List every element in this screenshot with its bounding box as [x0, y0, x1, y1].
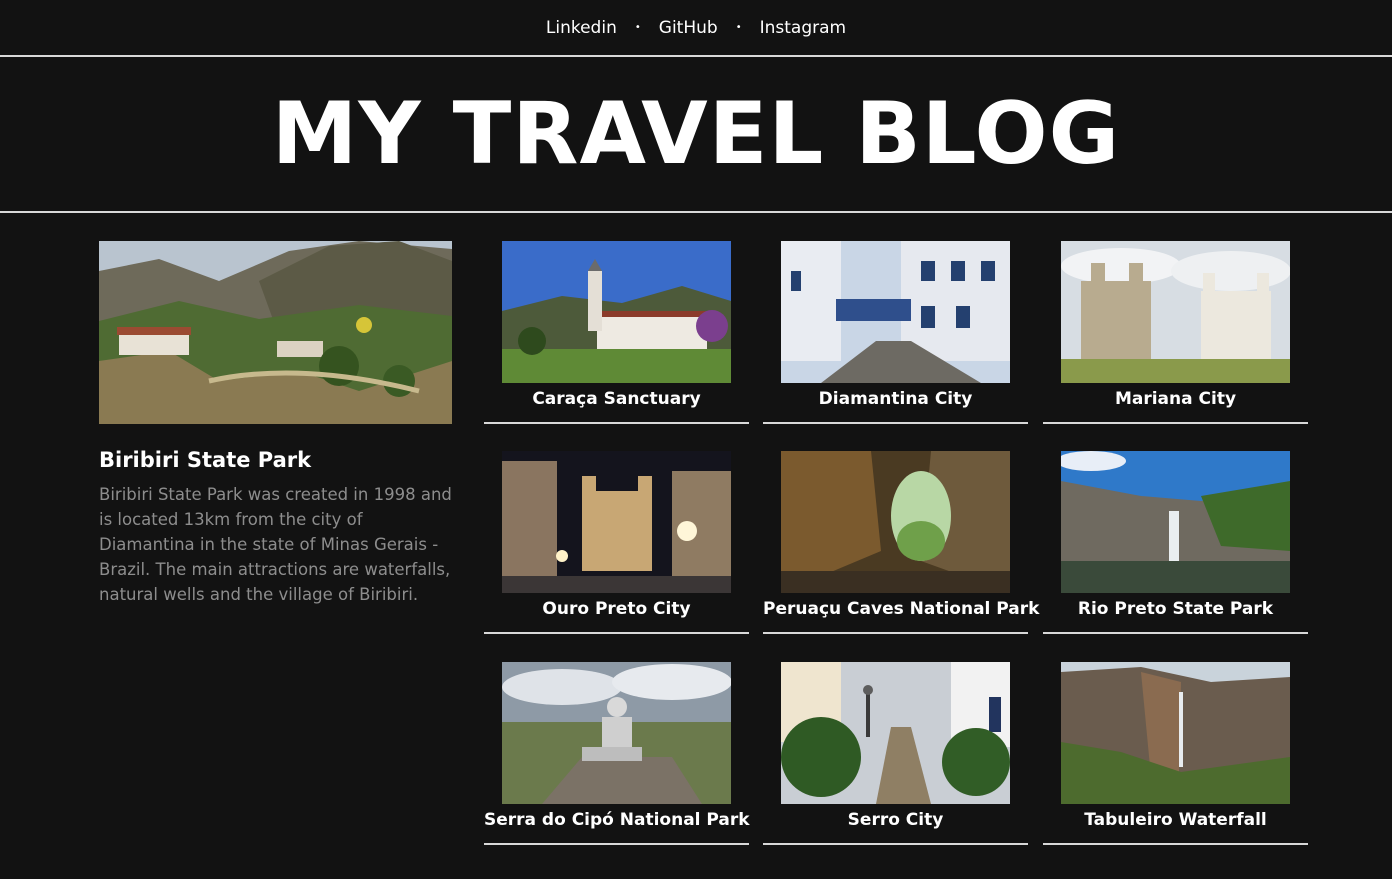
card-photo[interactable]: [781, 451, 1010, 593]
card-photo[interactable]: [502, 662, 731, 804]
card-mariana-city[interactable]: Mariana City: [1043, 241, 1308, 424]
card-title[interactable]: Serro City: [763, 810, 1028, 830]
card-title[interactable]: Tabuleiro Waterfall: [1043, 810, 1308, 830]
card-photo[interactable]: [781, 241, 1010, 383]
card-divider: [1043, 843, 1308, 845]
card-divider: [763, 843, 1028, 845]
card-title[interactable]: Diamantina City: [763, 389, 1028, 409]
card-serra-do-cipo[interactable]: Serra do Cipó National Park: [484, 662, 750, 845]
featured-photo[interactable]: [99, 241, 452, 424]
card-title[interactable]: Peruaçu Caves National Park: [763, 599, 1039, 619]
card-divider: [484, 843, 749, 845]
card-divider: [1043, 422, 1308, 424]
main-content: Biribiri State Park Biribiri State Park …: [0, 213, 1392, 879]
card-serro-city[interactable]: Serro City: [763, 662, 1028, 845]
card-divider: [763, 632, 1028, 634]
card-divider: [1043, 632, 1308, 634]
instagram-link[interactable]: Instagram: [760, 18, 847, 38]
card-title[interactable]: Rio Preto State Park: [1043, 599, 1308, 619]
card-photo[interactable]: [502, 451, 731, 593]
card-title[interactable]: Serra do Cipó National Park: [484, 810, 750, 830]
card-title[interactable]: Caraça Sanctuary: [484, 389, 749, 409]
card-photo[interactable]: [1061, 662, 1290, 804]
site-title: MY TRAVEL BLOG: [271, 84, 1121, 184]
featured-title[interactable]: Biribiri State Park: [99, 448, 452, 472]
card-caraca-sanctuary[interactable]: Caraça Sanctuary: [484, 241, 749, 424]
featured-post: Biribiri State Park Biribiri State Park …: [99, 241, 452, 607]
card-photo[interactable]: [1061, 241, 1290, 383]
card-divider: [484, 422, 749, 424]
card-peruacu-caves[interactable]: Peruaçu Caves National Park: [763, 451, 1039, 634]
card-divider: [484, 632, 749, 634]
card-photo[interactable]: [781, 662, 1010, 804]
card-rio-preto-state-park[interactable]: Rio Preto State Park: [1043, 451, 1308, 634]
card-photo[interactable]: [502, 241, 731, 383]
featured-description: Biribiri State Park was created in 1998 …: [99, 485, 452, 604]
card-diamantina-city[interactable]: Diamantina City: [763, 241, 1028, 424]
card-ouro-preto-city[interactable]: Ouro Preto City: [484, 451, 749, 634]
nav-separator: •: [634, 22, 641, 33]
social-nav: Linkedin • GitHub • Instagram: [0, 0, 1392, 55]
linkedin-link[interactable]: Linkedin: [546, 18, 617, 38]
card-tabuleiro-waterfall[interactable]: Tabuleiro Waterfall: [1043, 662, 1308, 845]
card-title[interactable]: Ouro Preto City: [484, 599, 749, 619]
github-link[interactable]: GitHub: [659, 18, 718, 38]
card-divider: [763, 422, 1028, 424]
card-title[interactable]: Mariana City: [1043, 389, 1308, 409]
card-photo[interactable]: [1061, 451, 1290, 593]
nav-separator: •: [735, 22, 742, 33]
site-header: MY TRAVEL BLOG: [0, 57, 1392, 211]
